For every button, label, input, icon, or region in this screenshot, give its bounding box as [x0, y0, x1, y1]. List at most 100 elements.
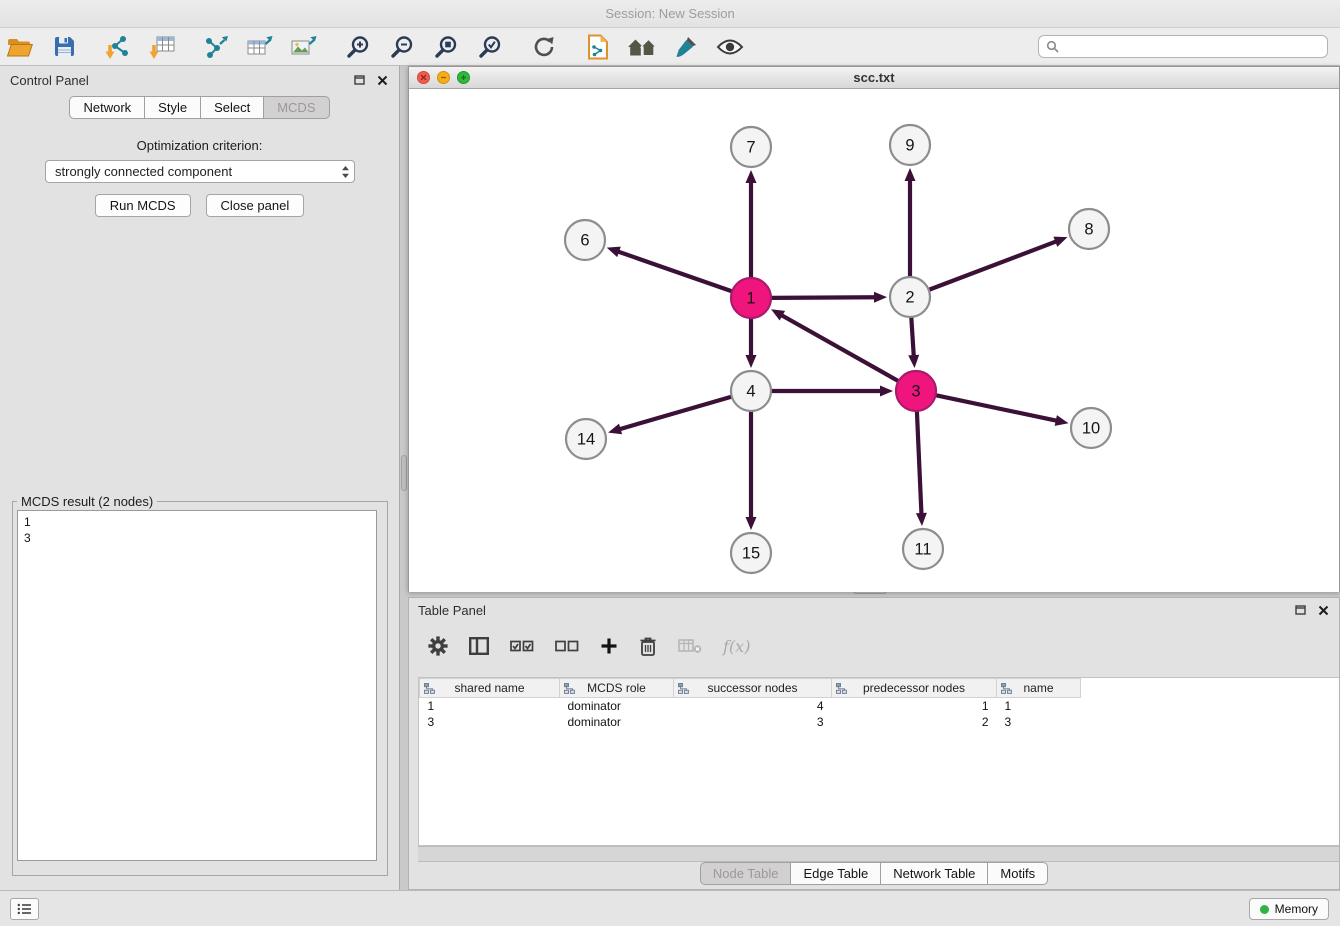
column-type-icon [564, 683, 575, 694]
delete-table-icon [678, 638, 702, 654]
search-input[interactable] [1064, 40, 1320, 54]
tab-network-table[interactable]: Network Table [880, 862, 988, 885]
tab-network[interactable]: Network [69, 96, 145, 119]
float-table-panel-button[interactable] [1293, 603, 1307, 617]
edge-arrowhead [746, 170, 757, 183]
run-mcds-button[interactable]: Run MCDS [95, 194, 191, 217]
zoom-in-icon [346, 35, 370, 59]
tab-edge-table[interactable]: Edge Table [790, 862, 881, 885]
memory-button[interactable]: Memory [1249, 898, 1329, 920]
memory-status-icon [1260, 905, 1269, 914]
table-row[interactable]: 1dominator411 [420, 698, 1081, 714]
graphics-details-button[interactable] [710, 31, 750, 63]
close-panel-button[interactable] [375, 73, 389, 87]
fx-icon: f(x) [723, 637, 750, 656]
trash-icon [639, 636, 657, 657]
application-window: Session: New Session [0, 0, 1340, 926]
column-type-icon [678, 683, 689, 694]
network-window: scc.txt 7968124314101511 [408, 66, 1340, 592]
apply-layout-button[interactable] [524, 31, 564, 63]
network-graph[interactable]: 7968124314101511 [409, 89, 1339, 592]
column-type-icon [424, 683, 435, 694]
style-button[interactable] [666, 31, 706, 63]
graph-edge-3-11[interactable] [917, 411, 922, 515]
graph-node-label: 14 [577, 431, 595, 449]
open-session-button[interactable] [0, 31, 40, 63]
table-panel-title: Table Panel [418, 603, 486, 618]
graph-edge-1-2[interactable] [771, 297, 876, 298]
session-doc-button[interactable] [578, 31, 618, 63]
function-builder-button[interactable]: f(x) [723, 637, 750, 656]
table-row[interactable]: 3dominator323 [420, 714, 1081, 730]
close-window-button[interactable] [417, 71, 430, 84]
graph-edge-3-1[interactable] [781, 315, 899, 381]
column-layout-icon [469, 637, 489, 655]
export-image-icon [290, 35, 318, 59]
deselect-all-rows-button[interactable] [555, 639, 579, 653]
delete-column-button[interactable] [639, 636, 657, 657]
graph-edge-2-3[interactable] [911, 317, 914, 357]
task-history-button[interactable] [10, 898, 39, 920]
network-canvas[interactable]: 7968124314101511 [409, 89, 1339, 592]
save-floppy-icon [53, 35, 76, 58]
home-button[interactable] [622, 31, 662, 63]
graph-edge-4-14[interactable] [619, 397, 732, 430]
delete-table-button[interactable] [678, 638, 702, 654]
graph-edge-1-6[interactable] [617, 251, 732, 291]
graph-edge-3-10[interactable] [936, 395, 1058, 421]
mcds-result-value: 3 [24, 530, 370, 546]
tab-motifs[interactable]: Motifs [987, 862, 1048, 885]
maximize-window-button[interactable] [457, 71, 470, 84]
zoom-fit-button[interactable] [426, 31, 466, 63]
edge-arrowhead [905, 168, 916, 181]
node-table-area: shared nameMCDS rolesuccessor nodesprede… [418, 677, 1339, 846]
optimization-criterion-select[interactable]: strongly connected component [45, 160, 355, 183]
table-panel-header: Table Panel [409, 598, 1339, 622]
tab-mcds[interactable]: MCDS [263, 96, 329, 119]
mcds-result-list[interactable]: 13 [17, 510, 377, 861]
edge-arrowhead [1055, 415, 1069, 426]
zoom-out-button[interactable] [382, 31, 422, 63]
column-header-shared-name[interactable]: shared name [420, 679, 560, 698]
column-header-mcds-role[interactable]: MCDS role [560, 679, 674, 698]
gear-icon [428, 636, 448, 656]
mcds-result-title: MCDS result (2 nodes) [17, 494, 157, 509]
column-header-predecessor-nodes[interactable]: predecessor nodes [832, 679, 997, 698]
float-panel-button[interactable] [352, 73, 366, 87]
graph-node-label: 2 [905, 289, 914, 307]
select-all-rows-button[interactable] [510, 639, 534, 653]
mcds-result-value: 1 [24, 514, 370, 530]
edge-arrowhead [608, 424, 622, 435]
export-image-button[interactable] [284, 31, 324, 63]
minimize-window-button[interactable] [437, 71, 450, 84]
zoom-out-icon [390, 35, 414, 59]
zoom-fit-icon [434, 35, 458, 59]
table-toolbar: f(x) [409, 624, 1339, 668]
eye-icon [716, 38, 744, 56]
export-network-button[interactable] [196, 31, 236, 63]
search-box[interactable] [1038, 35, 1328, 58]
tab-select[interactable]: Select [200, 96, 264, 119]
network-window-titlebar[interactable]: scc.txt [409, 67, 1339, 89]
close-mcds-panel-button[interactable]: Close panel [206, 194, 305, 217]
add-column-button[interactable] [600, 637, 618, 655]
table-settings-button[interactable] [428, 636, 448, 656]
table-scrollbar-track[interactable] [418, 846, 1339, 862]
graph-edge-2-8[interactable] [929, 241, 1058, 290]
minimize-glyph-icon [440, 74, 447, 81]
vertical-splitter-handle[interactable] [401, 455, 407, 491]
tab-style[interactable]: Style [144, 96, 201, 119]
close-table-panel-button[interactable] [1316, 603, 1330, 617]
column-header-name[interactable]: name [997, 679, 1081, 698]
column-header-successor-nodes[interactable]: successor nodes [674, 679, 832, 698]
zoom-selected-button[interactable] [470, 31, 510, 63]
homes-icon [626, 36, 658, 58]
show-columns-button[interactable] [469, 637, 489, 655]
save-session-button[interactable] [44, 31, 84, 63]
export-table-button[interactable] [240, 31, 280, 63]
tab-node-table[interactable]: Node Table [700, 862, 792, 885]
zoom-in-button[interactable] [338, 31, 378, 63]
import-table-button[interactable] [142, 31, 182, 63]
import-network-button[interactable] [98, 31, 138, 63]
export-table-icon [246, 35, 274, 59]
